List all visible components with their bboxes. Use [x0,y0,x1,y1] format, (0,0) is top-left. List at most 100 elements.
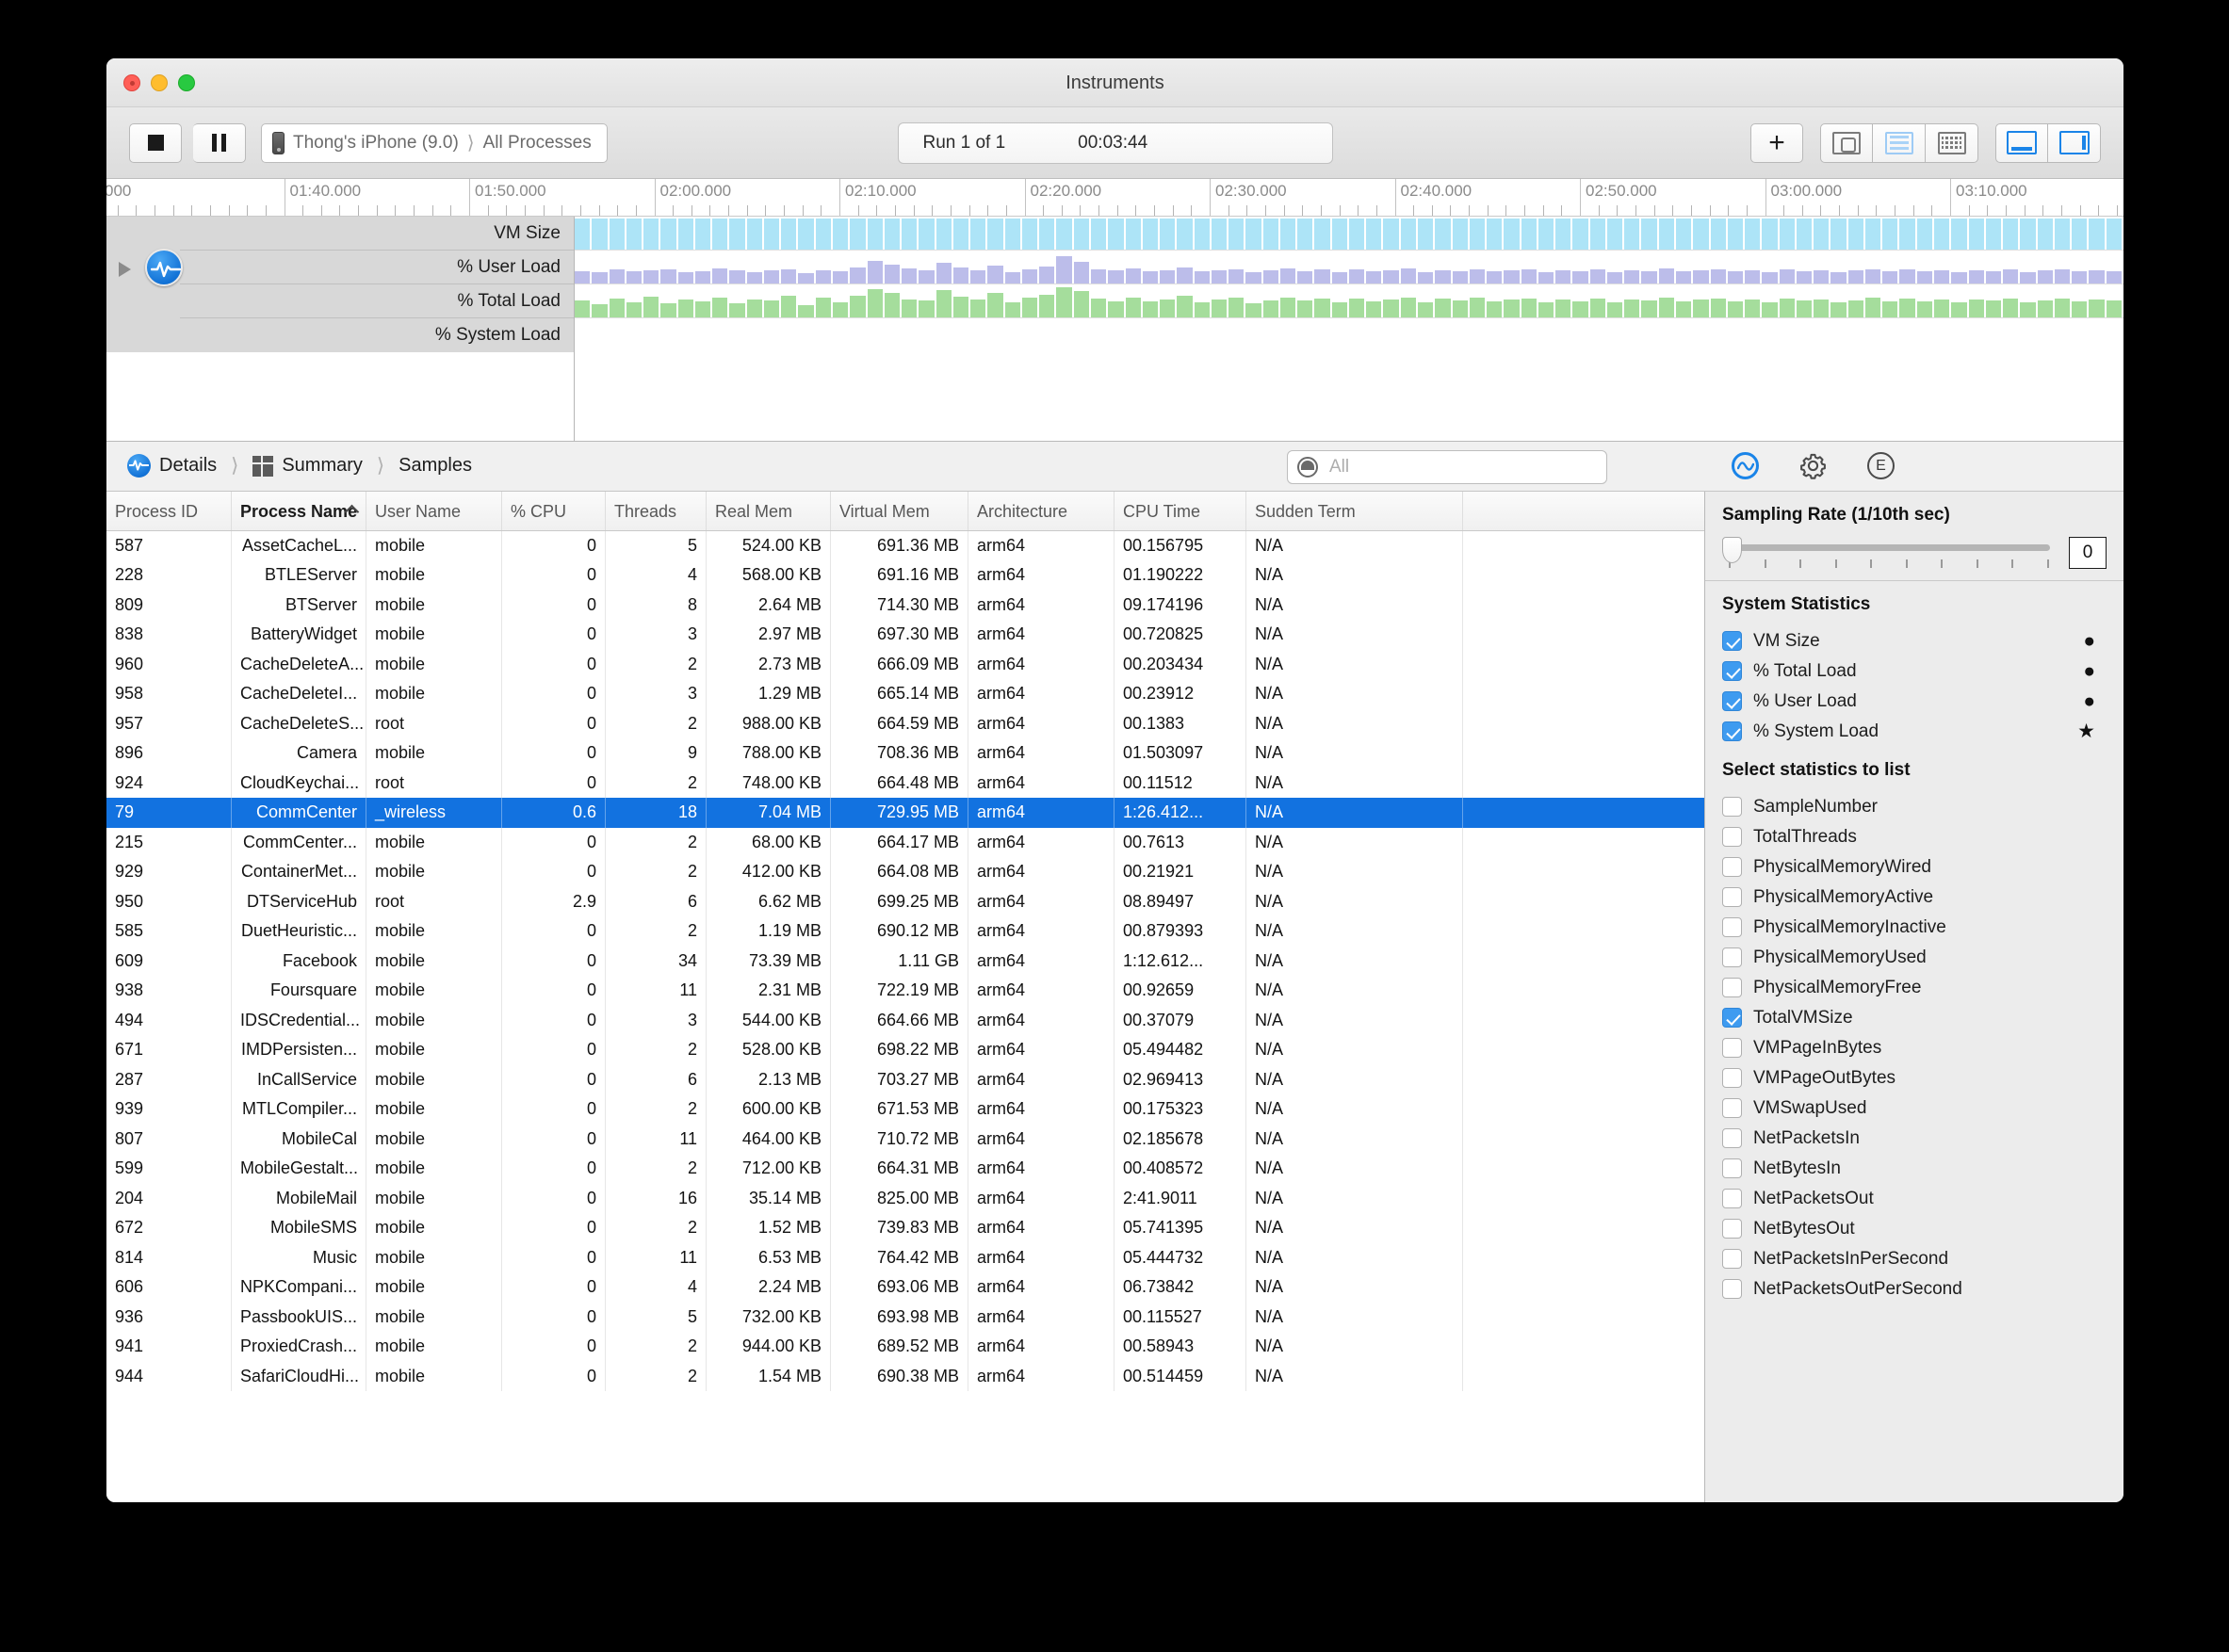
select-statistic-physicalmemoryused[interactable]: PhysicalMemoryUsed [1722,943,2107,973]
table-row[interactable]: 287 InCallService mobile 0 6 2.13 MB 703.27 MB… [106,1064,1704,1095]
table-row[interactable]: 671 IMDPersisten... mobile 0 2 528.00 KB 698.2… [106,1035,1704,1065]
checkbox-icon[interactable] [1722,947,1742,968]
select-statistic-totalthreads[interactable]: TotalThreads [1722,822,2107,852]
table-row[interactable]: 809 BTServer mobile 0 8 2.64 MB 714.30 MB arm64… [106,590,1704,621]
select-statistic-physicalmemoryinactive[interactable]: PhysicalMemoryInactive [1722,913,2107,943]
toggle-bottom-pane-button[interactable] [1995,122,2048,163]
select-statistic-samplenumber[interactable]: SampleNumber [1722,792,2107,822]
target-selector[interactable]: Thong's iPhone (9.0) ⟩ All Processes [261,122,608,163]
table-row[interactable]: 585 DuetHeuristic... mobile 0 2 1.19 MB 690.12… [106,916,1704,947]
table-row[interactable]: 958 CacheDeleteI... mobile 0 3 1.29 MB 665.14 … [106,679,1704,709]
table-row[interactable]: 838 BatteryWidget mobile 0 3 2.97 MB 697.30 MB… [106,620,1704,650]
checkbox-icon[interactable] [1722,797,1742,818]
select-statistic-netpacketsoutpersecond[interactable]: NetPacketsOutPerSecond [1722,1274,2107,1304]
checkbox-icon[interactable] [1722,1128,1742,1149]
checkbox-icon[interactable] [1722,917,1742,938]
system-statistic-vm-size[interactable]: VM Size ● [1722,626,2107,656]
table-row[interactable]: 924 CloudKeychai... root 0 2 748.00 KB 664.48 … [106,768,1704,799]
select-statistic-vmswapused[interactable]: VMSwapUsed [1722,1093,2107,1124]
checkbox-icon[interactable] [1722,1219,1742,1239]
table-row[interactable]: 609 Facebook mobile 0 34 73.39 MB 1.11 GB arm64… [106,946,1704,977]
table-row[interactable]: 938 Foursquare mobile 0 11 2.31 MB 722.19 MB ar… [106,976,1704,1006]
checkbox-checked-icon[interactable] [1722,721,1742,742]
checkbox-icon[interactable] [1722,1158,1742,1179]
table-row[interactable]: 587 AssetCacheL... mobile 0 5 524.00 KB 691.36… [106,530,1704,561]
extended-detail-tab[interactable]: E [1867,452,1895,480]
system-statistic-user-load[interactable]: % User Load ● [1722,687,2107,717]
checkbox-checked-icon[interactable] [1722,691,1742,712]
table-row[interactable]: 941 ProxiedCrash... mobile 0 2 944.00 KB 689.5… [106,1332,1704,1362]
checkbox-checked-icon[interactable] [1722,631,1742,652]
sampling-rate-value[interactable]: 0 [2069,536,2107,569]
timeline-ruler[interactable]: 000 01:40.000 01:50.000 02:00.000 02:10.000 0… [106,179,2123,217]
breadcrumb-details[interactable]: Details [127,454,217,478]
stop-button[interactable] [129,122,182,163]
breadcrumb-samples[interactable]: Samples [399,455,472,477]
track-row-vm-size[interactable]: VM Size [106,217,574,251]
search-input[interactable]: All [1287,449,1607,484]
checkbox-icon[interactable] [1722,1279,1742,1300]
select-statistic-netpacketsin[interactable]: NetPacketsIn [1722,1124,2107,1154]
table-row[interactable]: 228 BTLEServer mobile 0 4 568.00 KB 691.16 MB a… [106,560,1704,591]
table-row[interactable]: 599 MobileGestalt... mobile 0 2 712.00 KB 664.… [106,1154,1704,1184]
table-row[interactable]: 944 SafariCloudHi... mobile 0 2 1.54 MB 690.38… [106,1361,1704,1392]
track-row-total-load[interactable]: % Total Load [106,284,574,318]
checkbox-icon[interactable] [1722,1038,1742,1059]
checkbox-icon[interactable] [1722,1189,1742,1209]
column-header-thr[interactable]: Threads [606,491,707,530]
checkbox-icon[interactable] [1722,978,1742,998]
select-statistic-netbytesin[interactable]: NetBytesIn [1722,1154,2107,1184]
table-row[interactable]: 204 MobileMail mobile 0 16 35.14 MB 825.00 MB a… [106,1183,1704,1214]
table-row[interactable]: 960 CacheDeleteA... mobile 0 2 2.73 MB 666.09 … [106,649,1704,680]
checkbox-icon[interactable] [1722,1249,1742,1270]
library-button[interactable] [1820,122,1873,163]
table-row[interactable]: 950 DTServiceHub root 2.9 6 6.62 MB 699.25 MB a… [106,886,1704,917]
column-header-virt[interactable]: Virtual Mem [831,491,968,530]
table-row[interactable]: 606 NPKCompani... mobile 0 4 2.24 MB 693.06 MB… [106,1272,1704,1303]
column-header-name[interactable]: Process Name [232,491,366,530]
add-instrument-button[interactable]: + [1750,122,1803,163]
table-row[interactable]: 672 MobileSMS mobile 0 2 1.52 MB 739.83 MB arm6… [106,1213,1704,1243]
checkbox-icon[interactable] [1722,1098,1742,1119]
checkbox-icon[interactable] [1722,887,1742,908]
checkbox-icon[interactable] [1722,827,1742,848]
column-header-pid[interactable]: Process ID [106,491,232,530]
select-statistic-netbytesout[interactable]: NetBytesOut [1722,1214,2107,1244]
system-statistic-system-load[interactable]: % System Load ★ [1722,717,2107,747]
table-row[interactable]: 939 MTLCompiler... mobile 0 2 600.00 KB 671.53… [106,1094,1704,1125]
column-header-user[interactable]: User Name [366,491,502,530]
select-statistic-physicalmemoryfree[interactable]: PhysicalMemoryFree [1722,973,2107,1003]
table-row[interactable]: 929 ContainerMet... mobile 0 2 412.00 KB 664.0… [106,857,1704,887]
column-header-time[interactable]: CPU Time [1114,491,1246,530]
checkbox-checked-icon[interactable] [1722,1008,1742,1028]
select-statistic-physicalmemoryactive[interactable]: PhysicalMemoryActive [1722,883,2107,913]
checkbox-checked-icon[interactable] [1722,661,1742,682]
toggle-right-pane-button[interactable] [2048,122,2101,163]
table-row[interactable]: 215 CommCenter... mobile 0 2 68.00 KB 664.17 M… [106,827,1704,858]
graph-plots[interactable] [575,217,2123,441]
list-view-button[interactable] [1873,122,1926,163]
record-settings-tab[interactable] [1732,452,1759,480]
select-statistic-totalvmsize[interactable]: TotalVMSize [1722,1003,2107,1033]
table-row[interactable]: 896 Camera mobile 0 9 788.00 KB 708.36 MB arm64… [106,738,1704,769]
select-statistic-vmpageinbytes[interactable]: VMPageInBytes [1722,1033,2107,1063]
select-statistic-netpacketsout[interactable]: NetPacketsOut [1722,1184,2107,1214]
select-statistic-vmpageoutbytes[interactable]: VMPageOutBytes [1722,1063,2107,1093]
track-row-user-load[interactable]: % User Load [106,251,574,284]
table-row[interactable]: 957 CacheDeleteS... root 0 2 988.00 KB 664.59 … [106,708,1704,739]
column-header-term[interactable]: Sudden Term [1246,491,1463,530]
breadcrumb-summary[interactable]: Summary [252,455,363,477]
display-settings-tab[interactable] [1799,452,1827,479]
detail-view-button[interactable] [1926,122,1978,163]
table-row[interactable]: 814 Music mobile 0 11 6.53 MB 764.42 MB arm64 05… [106,1242,1704,1273]
column-header-arch[interactable]: Architecture [968,491,1114,530]
pause-button[interactable] [193,122,246,163]
checkbox-icon[interactable] [1722,857,1742,878]
table-row[interactable]: 494 IDSCredential... mobile 0 3 544.00 KB 664.… [106,1005,1704,1036]
slider-knob[interactable] [1722,536,1742,563]
column-header-real[interactable]: Real Mem [707,491,831,530]
table-row[interactable]: 936 PassbookUIS... mobile 0 5 732.00 KB 693.98… [106,1302,1704,1333]
column-header-cpu[interactable]: % CPU [502,491,606,530]
select-statistic-netpacketsinpersecond[interactable]: NetPacketsInPerSecond [1722,1244,2107,1274]
sampling-rate-slider[interactable] [1722,536,2056,568]
